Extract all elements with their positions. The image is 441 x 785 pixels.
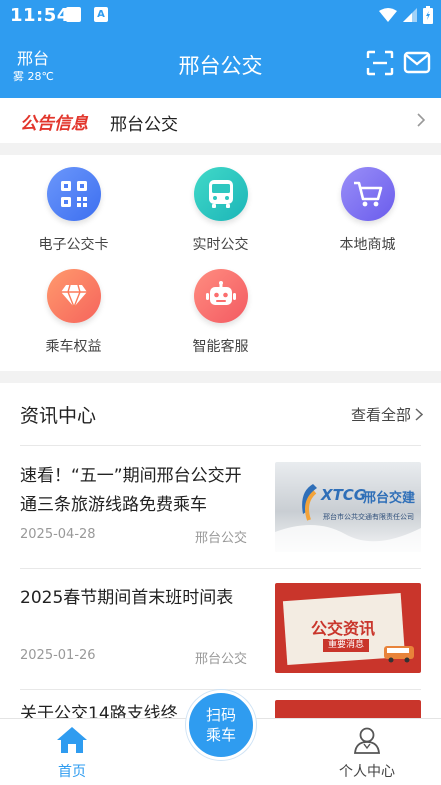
thumb-subtitle: 重要消息 — [323, 639, 370, 652]
news-section: 资讯中心 查看全部 速看！“五一”期间邢台公交开通三条旅游线路免费乘车 2025… — [0, 383, 441, 723]
status-icons — [379, 5, 433, 25]
xtcg-logo-icon — [275, 484, 421, 552]
robot-icon — [193, 269, 248, 323]
news-title: 资讯中心 — [20, 405, 97, 427]
mail-icon — [403, 51, 431, 74]
feature-ecard[interactable]: 电子公交卡 — [0, 167, 147, 254]
bus-icon — [193, 167, 248, 221]
chevron-right-icon — [417, 113, 425, 127]
feature-grid: 电子公交卡 实时公交 本地商城 乘车权益 智能客服 — [0, 155, 441, 371]
tab-profile[interactable]: 个人中心 — [322, 725, 412, 781]
header: 11:54 A 邢台 雾 28℃ 邢台公交 — [0, 0, 441, 98]
view-all-label: 查看全部 — [350, 406, 411, 424]
app-screen: 11:54 A 邢台 雾 28℃ 邢台公交 公告信息 邢台公交 电子公交卡 实时… — [0, 0, 441, 785]
news-item[interactable]: 速看！“五一”期间邢台公交开通三条旅游线路免费乘车 2025-04-28 邢台公… — [0, 446, 441, 568]
notice-tag: 公告信息 — [20, 114, 88, 134]
notice-text: 邢台公交 — [110, 115, 178, 135]
user-icon — [354, 727, 380, 754]
app-bar: 邢台 雾 28℃ 邢台公交 — [0, 30, 441, 98]
news-source: 邢台公交 — [195, 531, 248, 546]
status-time: 11:54 — [10, 5, 70, 26]
feature-smart-service[interactable]: 智能客服 — [147, 269, 294, 356]
thumb-subtitle: 邢台市公共交通有限责任公司 — [323, 513, 414, 521]
thumb-brand: XTCG — [321, 486, 367, 504]
scan-button[interactable] — [366, 50, 394, 76]
feature-label: 电子公交卡 — [38, 237, 109, 253]
news-thumbnail: 公交资讯 重要消息 — [275, 583, 421, 673]
news-thumbnail: XTCG 邢台交建 邢台市公共交通有限责任公司 — [275, 462, 421, 552]
scan-ride-label-1: 扫码 — [205, 706, 236, 724]
qr-code-icon — [46, 167, 101, 221]
notification-square-icon — [66, 7, 81, 22]
bus-illustration-icon — [384, 646, 414, 663]
status-bar: 11:54 A — [0, 0, 441, 30]
scan-ride-label-2: 乘车 — [205, 726, 236, 744]
news-source: 邢台公交 — [195, 652, 248, 667]
notice-bar[interactable]: 公告信息 邢台公交 — [0, 98, 441, 143]
feature-rights[interactable]: 乘车权益 — [0, 269, 147, 356]
feature-label: 本地商城 — [339, 237, 396, 253]
scan-ride-button[interactable]: 扫码 乘车 — [186, 690, 256, 760]
notification-app-icon: A — [94, 7, 108, 22]
view-all-link[interactable]: 查看全部 — [351, 404, 423, 425]
cart-icon — [340, 167, 395, 221]
scan-icon — [366, 50, 394, 76]
feature-local-mall[interactable]: 本地商城 — [294, 167, 441, 254]
tab-home[interactable]: 首页 — [42, 725, 102, 781]
diamond-icon — [46, 269, 101, 323]
chevron-right-icon — [415, 408, 423, 421]
feature-realtime-bus[interactable]: 实时公交 — [147, 167, 294, 254]
news-date: 2025-01-26 — [20, 648, 96, 663]
news-item[interactable]: 2025春节期间首末班时间表 2025-01-26 邢台公交 公交资讯 重要消息 — [0, 569, 441, 691]
news-headline: 速看！“五一”期间邢台公交开通三条旅游线路免费乘车 — [20, 466, 242, 515]
feature-label: 实时公交 — [192, 237, 249, 253]
signal-icon — [403, 8, 417, 22]
battery-icon — [423, 6, 433, 24]
feature-label: 乘车权益 — [45, 339, 102, 355]
news-date: 2025-04-28 — [20, 527, 96, 542]
feature-label: 智能客服 — [192, 339, 249, 355]
news-header: 资讯中心 查看全部 — [0, 383, 441, 445]
tab-home-label: 首页 — [58, 764, 86, 780]
home-icon — [57, 727, 87, 753]
tab-profile-label: 个人中心 — [339, 764, 395, 780]
wifi-icon — [379, 8, 397, 22]
thumb-brand-cn: 邢台交建 — [363, 491, 416, 506]
message-button[interactable] — [403, 50, 431, 76]
news-headline: 2025春节期间首末班时间表 — [20, 588, 234, 608]
thumb-title: 公交资讯 — [311, 619, 376, 638]
